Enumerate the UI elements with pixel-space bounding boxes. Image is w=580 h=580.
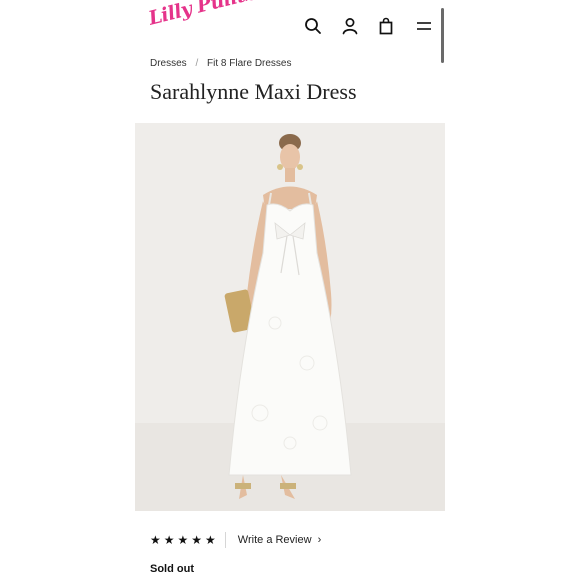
product-title: Sarahlynne Maxi Dress (150, 79, 357, 104)
star-rating: ★★★★★ (150, 533, 219, 547)
write-review-link[interactable]: Write a Review (238, 534, 312, 546)
model-in-white-maxi-dress-illustration (135, 123, 445, 511)
account-icon[interactable] (340, 16, 360, 36)
breadcrumb: Dresses / Fit 8 Flare Dresses (150, 58, 292, 69)
search-icon[interactable] (303, 16, 323, 36)
mobile-product-page: Lilly Pulitzer Dresses / Fit 8 Flare Dre… (135, 0, 445, 580)
breadcrumb-link-fit-flare[interactable]: Fit 8 Flare Dresses (207, 58, 291, 69)
rating-divider (224, 532, 226, 548)
menu-icon[interactable] (414, 16, 434, 36)
scrollbar[interactable] (441, 8, 444, 63)
site-header: Lilly Pulitzer (135, 0, 445, 52)
brand-logo[interactable]: Lilly Pulitzer (146, 0, 277, 30)
breadcrumb-separator: / (195, 58, 199, 69)
breadcrumb-link-dresses[interactable]: Dresses (150, 58, 187, 69)
stock-status: Sold out (150, 563, 194, 575)
shopping-bag-icon[interactable] (376, 16, 396, 36)
screenshot-canvas: Lilly Pulitzer Dresses / Fit 8 Flare Dre… (0, 0, 580, 580)
product-image[interactable] (135, 123, 445, 511)
chevron-right-icon: › (317, 534, 322, 546)
rating-row: ★★★★★ Write a Review › (150, 530, 321, 550)
